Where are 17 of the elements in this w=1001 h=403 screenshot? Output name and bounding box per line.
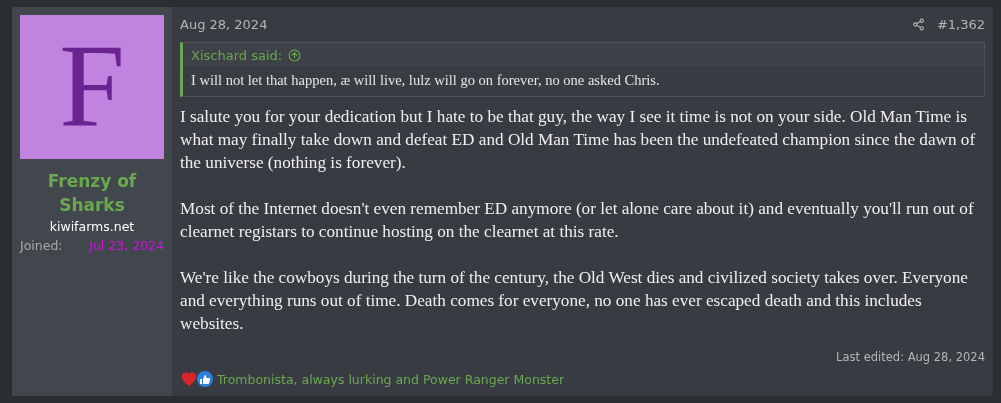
joined-label: Joined: [20,238,63,253]
username[interactable]: Frenzy of Sharks [32,169,152,217]
quote-text: I will not let that happen, æ will live, lulz will go on forever, no one asked Chris. [183,66,984,96]
reactions-list[interactable]: Trombonista, always lurking and Power Ranger Monster [217,371,565,387]
last-edited: Last edited: Aug 28, 2024 [836,350,985,364]
arrow-up-circle-icon[interactable] [288,49,302,62]
joined-date: Jul 23, 2024 [89,238,164,253]
user-title: kiwifarms.net [49,219,135,234]
post-date[interactable]: Aug 28, 2024 [180,16,268,32]
post-number[interactable]: #1,362 [936,16,985,32]
post-paragraph: I salute you for your dedication but I hate to be that guy, the way I see it time is not on your side. Old Man Time is what may finally take down and defeat ED and Old Man Time has been the undefeated champion since the dawn of the universe (nothing is forever). [180,106,977,174]
post-paragraph: We're like the cowboys during the turn of the century, the Old West dies and civilized society takes over. Everyone and everything runs out of time. Death comes for everyone, no one has ever escaped death and this includes websites. [180,267,969,335]
reaction-icons [180,370,214,388]
avatar[interactable]: F [20,15,164,159]
post-paragraph: Most of the Internet doesn't even remember ED anymore (or let alone care about it) and eventually you'll run out of clearnet registars to continue hosting on the clearnet at this rate. [180,198,975,243]
quote-author[interactable]: Xischard said: [191,48,283,63]
share-icon[interactable] [911,17,925,31]
